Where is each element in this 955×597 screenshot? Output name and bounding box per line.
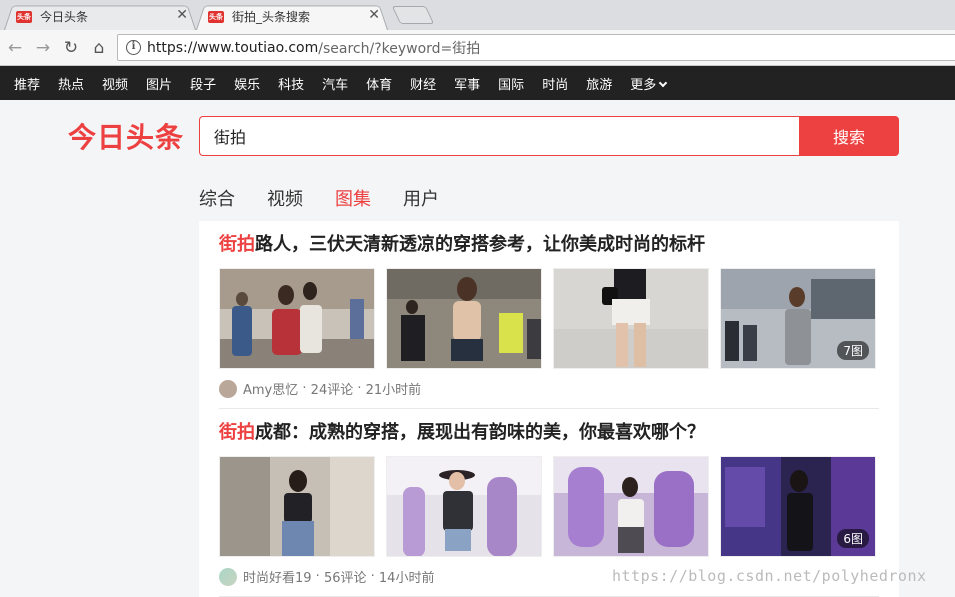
street-photo: [554, 269, 708, 368]
info-icon[interactable]: i: [126, 40, 141, 55]
channel-link[interactable]: 体育: [366, 74, 392, 93]
thumbnail-image[interactable]: [386, 268, 542, 369]
channel-link[interactable]: 图片: [146, 74, 172, 93]
result-item: 街拍路人，三伏天清新透凉的穿搭参考，让你美成时尚的标杆 7图 Amy思忆 · 2…: [219, 221, 879, 409]
toutiao-favicon-icon: 头条: [208, 10, 224, 23]
new-tab-button[interactable]: [391, 6, 435, 24]
title-text: 路人，三伏天清新透凉的穿搭参考，让你美成时尚的标杆: [255, 234, 705, 255]
street-photo: [220, 269, 374, 368]
meta-separator: ·: [311, 569, 324, 584]
meta-separator: ·: [298, 381, 311, 396]
search-button[interactable]: 搜索: [799, 116, 899, 156]
channel-link[interactable]: 推荐: [14, 74, 40, 93]
back-arrow-icon[interactable]: ←: [4, 37, 26, 59]
title-text: 成都：成熟的穿搭，展现出有韵味的美，你最喜欢哪个？: [255, 422, 705, 443]
more-label: 更多: [630, 77, 657, 93]
result-title[interactable]: 街拍成都：成熟的穿搭，展现出有韵味的美，你最喜欢哪个？: [219, 421, 879, 445]
publish-time: 14小时前: [378, 571, 435, 586]
street-photo: [220, 457, 374, 556]
channel-link[interactable]: 视频: [102, 74, 128, 93]
result-title[interactable]: 街拍路人，三伏天清新透凉的穿搭参考，让你美成时尚的标杆: [219, 233, 879, 257]
browser-tabbar: 头条 今日头条 ✕ 头条 街拍_头条搜索 ✕: [0, 0, 955, 31]
browser-tab-2[interactable]: 头条 街拍_头条搜索 ✕: [196, 3, 388, 31]
thumbnail-image[interactable]: 6图: [720, 456, 876, 557]
channel-link[interactable]: 汽车: [322, 74, 348, 93]
tab-video[interactable]: 视频: [267, 185, 303, 211]
publish-time: 21小时前: [365, 383, 422, 398]
url-path: /search/?keyword=街拍: [318, 40, 481, 57]
author-name[interactable]: Amy思忆: [243, 379, 298, 398]
url-host: https://www.toutiao.com: [147, 39, 319, 56]
avatar[interactable]: [219, 379, 237, 398]
site-channel-nav: 推荐 热点 视频 图片 段子 娱乐 科技 汽车 体育 财经 军事 国际 时尚 旅…: [0, 66, 955, 100]
keyword-highlight: 街拍: [219, 422, 255, 443]
watermark: https://blog.csdn.net/polyhedronx: [612, 567, 927, 585]
thumbnail-image[interactable]: [386, 456, 542, 557]
comment-count[interactable]: 24评论: [311, 379, 354, 398]
comment-count[interactable]: 56评论: [324, 567, 367, 586]
toutiao-favicon-icon: 头条: [16, 10, 32, 23]
tab-comprehensive[interactable]: 综合: [199, 185, 235, 211]
meta-separator: ·: [353, 381, 366, 396]
result-category-tabs: 综合 视频 图集 用户: [199, 185, 439, 211]
street-photo: [387, 269, 541, 368]
toutiao-logo[interactable]: 今日头条: [68, 116, 184, 156]
channel-link[interactable]: 国际: [498, 74, 524, 93]
tab-gallery[interactable]: 图集: [335, 185, 371, 211]
thumbnail-image[interactable]: 7图: [720, 268, 876, 369]
browser-tab-1[interactable]: 头条 今日头条 ✕: [4, 3, 196, 31]
thumbnail-image[interactable]: [219, 268, 375, 369]
more-channels-link[interactable]: 更多: [630, 74, 668, 93]
close-tab-icon[interactable]: ✕: [176, 7, 188, 23]
channel-link[interactable]: 时尚: [542, 74, 568, 93]
thumbnail-image[interactable]: [553, 456, 709, 557]
channel-link[interactable]: 娱乐: [234, 74, 260, 93]
thumbnail-row: 7图: [219, 268, 879, 369]
thumbnail-row: 6图: [219, 456, 879, 557]
home-icon[interactable]: ⌂: [88, 37, 110, 59]
tab-title: 街拍_头条搜索: [232, 10, 311, 24]
street-photo: [387, 457, 541, 556]
tab-users[interactable]: 用户: [403, 185, 439, 211]
thumbnail-image[interactable]: [553, 268, 709, 369]
meta-separator: ·: [366, 569, 379, 584]
forward-arrow-icon[interactable]: →: [32, 37, 54, 59]
street-photo: [554, 457, 708, 556]
search-bar: 搜索: [199, 116, 899, 156]
image-count-badge: 7图: [837, 341, 869, 360]
result-meta: Amy思忆 · 24评论 · 21小时前: [219, 379, 879, 398]
channel-link[interactable]: 热点: [58, 74, 84, 93]
search-input[interactable]: [199, 116, 799, 156]
channel-link[interactable]: 科技: [278, 74, 304, 93]
channel-link[interactable]: 军事: [454, 74, 480, 93]
search-results: 街拍路人，三伏天清新透凉的穿搭参考，让你美成时尚的标杆 7图 Amy思忆 · 2…: [199, 221, 899, 597]
tab-title: 今日头条: [40, 10, 89, 24]
thumbnail-image[interactable]: [219, 456, 375, 557]
browser-toolbar: ← → ↻ ⌂ i https://www.toutiao.com/search…: [0, 30, 955, 66]
channel-link[interactable]: 旅游: [586, 74, 612, 93]
avatar[interactable]: [219, 567, 237, 586]
address-bar[interactable]: i https://www.toutiao.com/search/?keywor…: [117, 34, 955, 61]
reload-icon[interactable]: ↻: [60, 37, 82, 59]
keyword-highlight: 街拍: [219, 234, 255, 255]
close-tab-icon[interactable]: ✕: [368, 7, 380, 23]
chevron-down-icon: [658, 78, 668, 87]
channel-link[interactable]: 财经: [410, 74, 436, 93]
author-name[interactable]: 时尚好看19: [243, 567, 312, 586]
channel-link[interactable]: 段子: [190, 74, 216, 93]
image-count-badge: 6图: [837, 529, 869, 548]
